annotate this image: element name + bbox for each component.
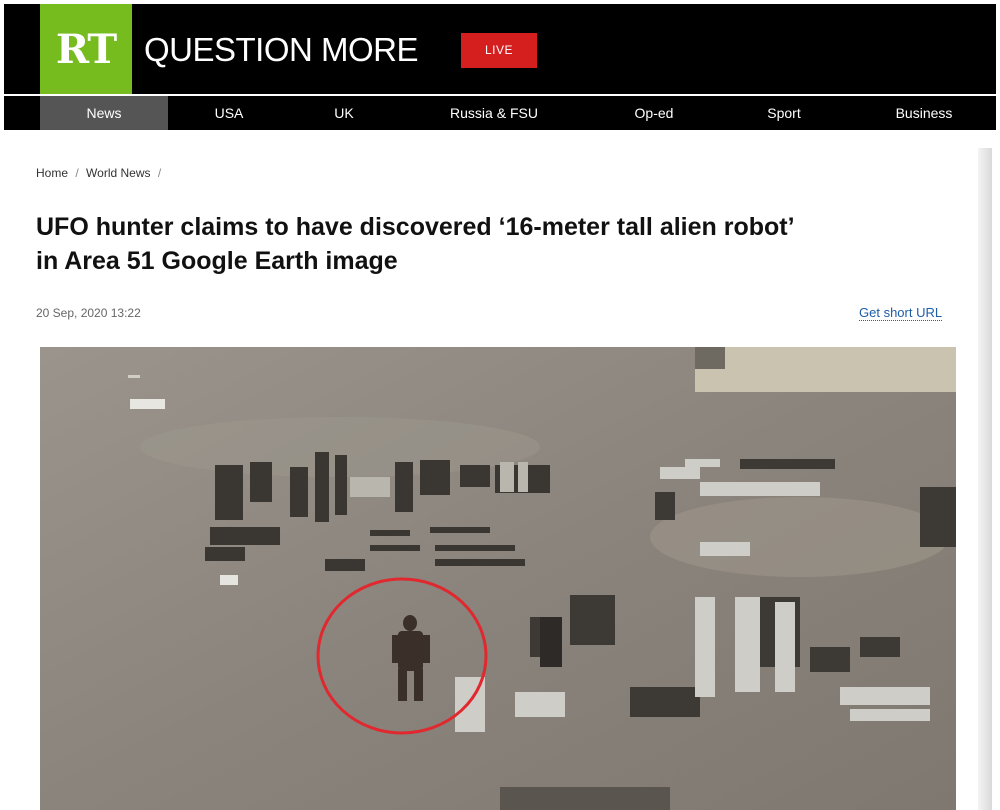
- breadcrumb-separator: /: [157, 166, 162, 180]
- article-date: 20 Sep, 2020 13:22: [36, 306, 141, 320]
- site-header: RT QUESTION MORE LIVE: [4, 4, 996, 94]
- rt-logo[interactable]: RT: [40, 4, 132, 94]
- tagline: QUESTION MORE: [144, 31, 419, 68]
- nav-item-sport[interactable]: Sport: [749, 96, 819, 130]
- article-title-line-1: UFO hunter claims to have discovered ‘16…: [36, 213, 795, 241]
- satellite-photo: [40, 347, 956, 810]
- nav-item-russia-fsu[interactable]: Russia & FSU: [429, 96, 559, 130]
- nav-item-news[interactable]: News: [40, 96, 168, 130]
- nav-item-op-ed[interactable]: Op-ed: [614, 96, 694, 130]
- live-button[interactable]: LIVE: [461, 33, 537, 68]
- get-short-url-link[interactable]: Get short URL: [859, 305, 943, 321]
- main-nav: News USA UK Russia & FSU Op-ed Sport Bus…: [4, 96, 996, 130]
- logo-text: RT: [55, 26, 117, 73]
- nav-item-business[interactable]: Business: [874, 96, 974, 130]
- breadcrumb-world-news[interactable]: World News: [86, 166, 150, 180]
- nav-item-usa[interactable]: USA: [189, 96, 269, 130]
- nav-item-uk[interactable]: UK: [309, 96, 379, 130]
- breadcrumb: Home / World News /: [36, 166, 165, 180]
- page-edge-shadow: [978, 148, 992, 810]
- breadcrumb-home[interactable]: Home: [36, 166, 68, 180]
- article-title: UFO hunter claims to have discovered ‘16…: [36, 210, 956, 278]
- article-title-line-2: in Area 51 Google Earth image: [36, 247, 398, 275]
- breadcrumb-separator: /: [75, 166, 79, 180]
- satellite-image-drawing: [40, 347, 956, 810]
